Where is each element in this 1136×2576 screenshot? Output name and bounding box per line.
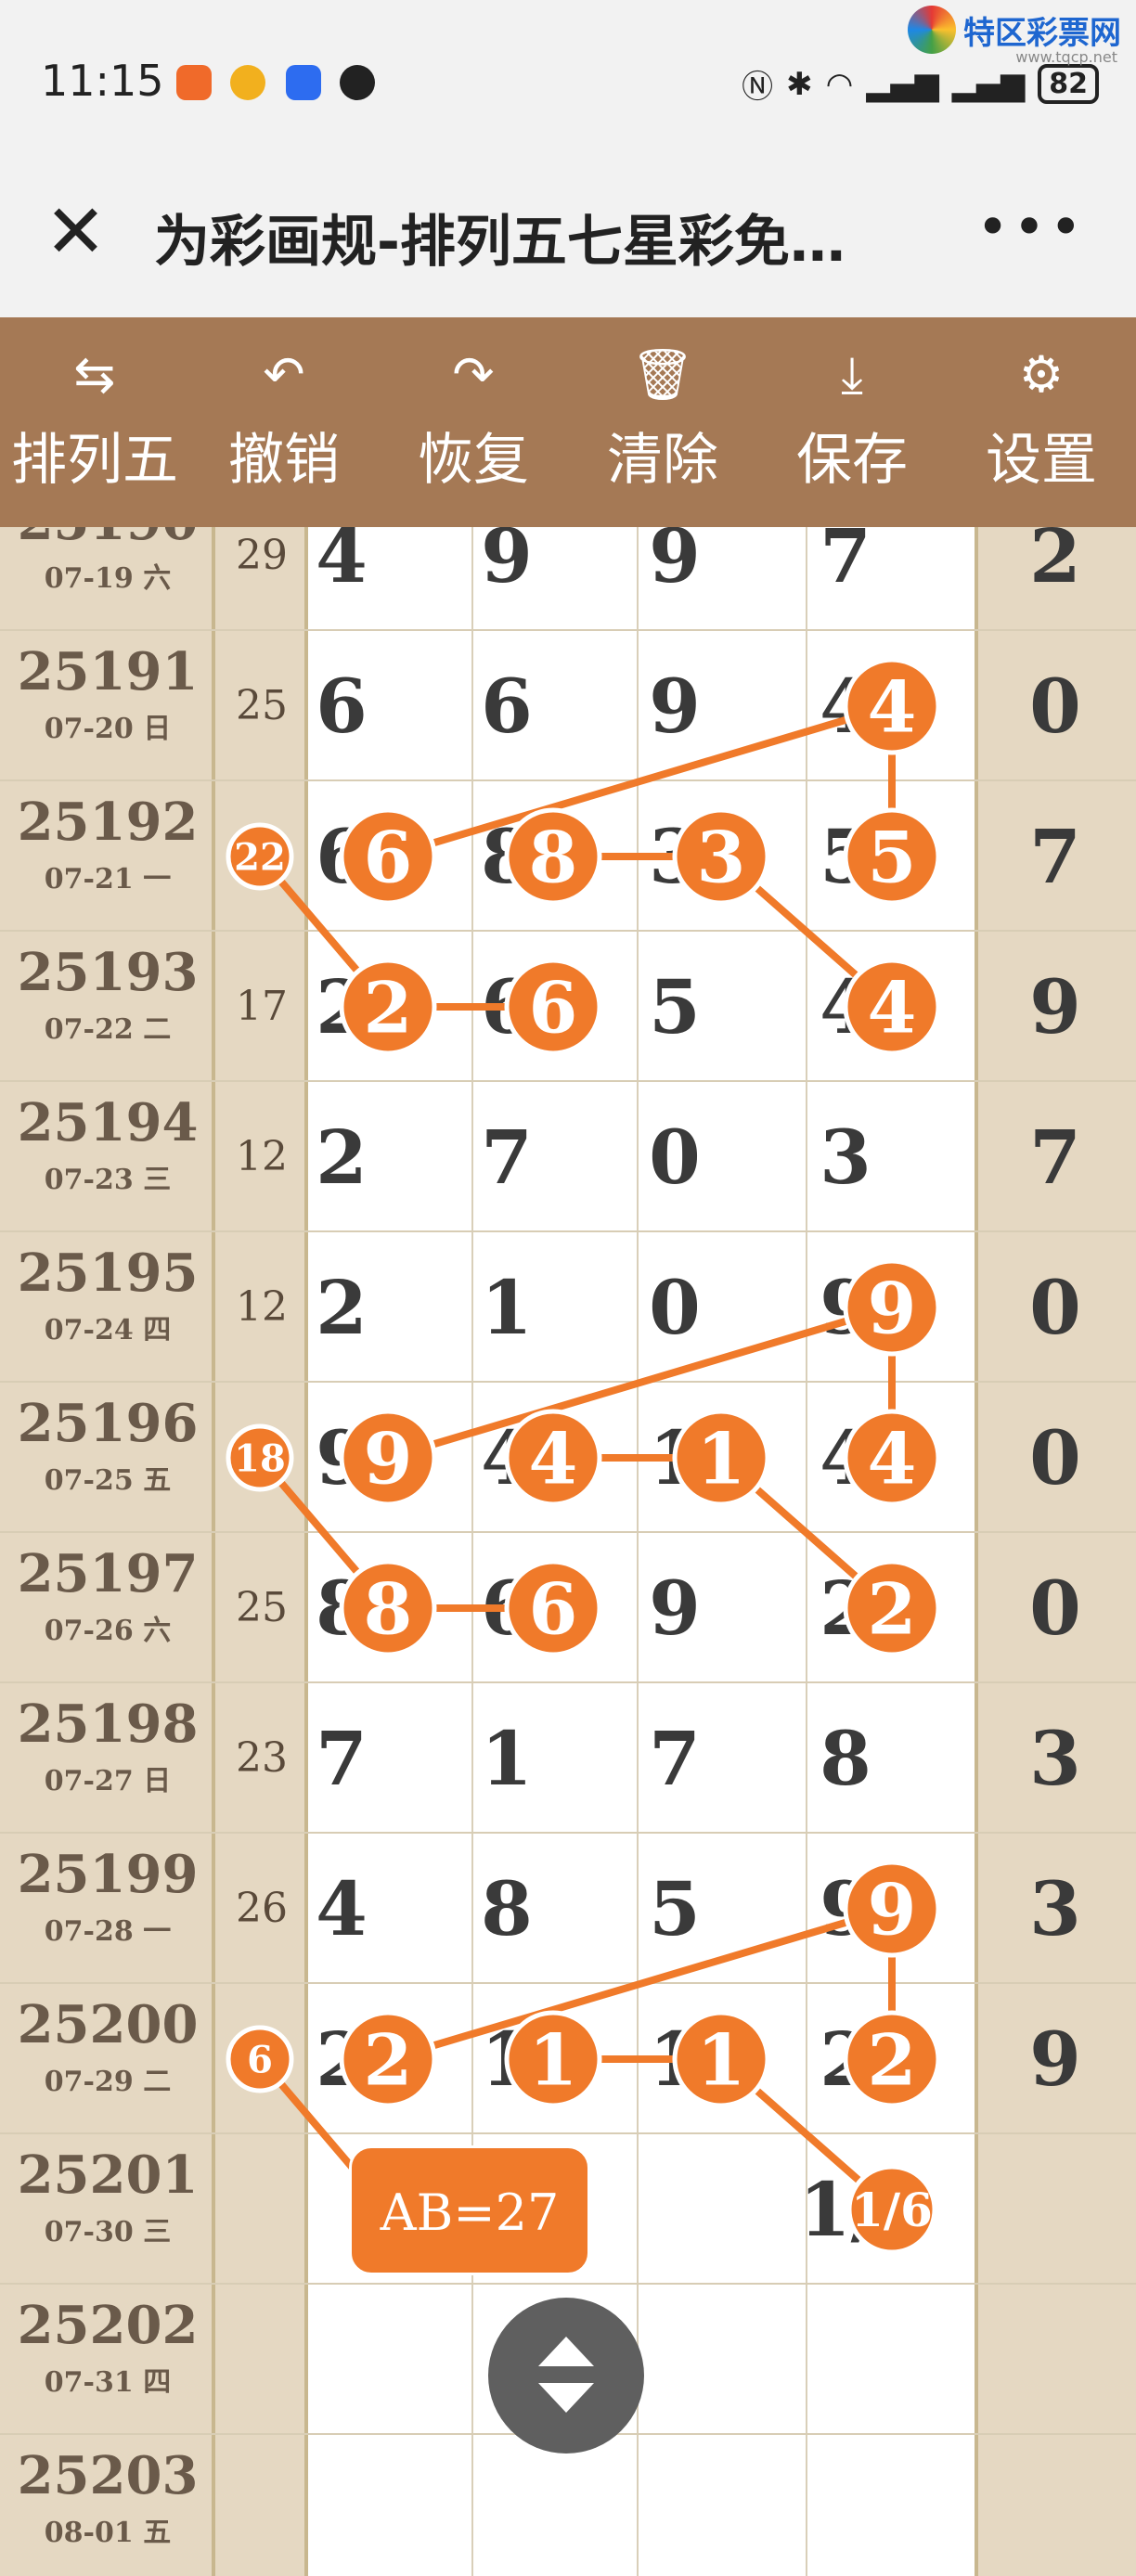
status-time: 11:15 — [41, 56, 164, 106]
circled-value: 4 — [529, 1417, 578, 1500]
toolbar-button-settings[interactable]: ⚙ 设置 — [947, 317, 1136, 527]
title-bar: ✕ 为彩画规-排列五七星彩免… ••• — [0, 158, 1136, 317]
toolbar-label: 恢复 — [418, 427, 529, 493]
marked-digit[interactable]: 5 — [843, 807, 941, 906]
arrow-up-icon — [538, 2337, 594, 2366]
circled-value: 8 — [364, 1567, 413, 1650]
toolbar-label: 清除 — [607, 427, 718, 493]
toolbar-button-clear[interactable]: 🗑 清除 — [568, 317, 757, 527]
circled-value: 6 — [247, 2038, 273, 2081]
marked-digit[interactable]: 1 — [672, 1409, 770, 1507]
status-right: Ⓝ ✱ ◠ ▂▄▆ ▂▄▆ 82 — [742, 61, 1099, 107]
marked-digit[interactable]: 2 — [843, 2010, 941, 2108]
scroll-toggle-button[interactable] — [488, 2298, 644, 2454]
marked-sum[interactable]: 18 — [226, 1423, 294, 1492]
circled-value: 2 — [364, 2018, 413, 2101]
marked-digit[interactable]: 1 — [672, 2010, 770, 2108]
eye-icon — [340, 65, 375, 100]
circled-value: 22 — [234, 835, 286, 879]
marked-digit[interactable]: 2 — [339, 2010, 437, 2108]
marked-digit[interactable]: 2 — [339, 958, 437, 1056]
watermark-logo-icon — [908, 6, 956, 54]
more-menu-icon[interactable]: ••• — [976, 195, 1086, 260]
marked-sum[interactable]: 6 — [226, 2025, 294, 2093]
connector-line — [386, 702, 894, 860]
wifi-icon: ◠ — [825, 65, 854, 103]
marked-digit[interactable]: 6 — [504, 1559, 602, 1657]
watermark-url: www.tqcp.net — [1015, 48, 1117, 66]
circled-value: 18 — [234, 1436, 286, 1480]
circled-value: 2 — [364, 966, 413, 1049]
close-icon[interactable]: ✕ — [45, 195, 107, 269]
marked-digit[interactable]: 1 — [504, 2010, 602, 2108]
circled-value: 6 — [529, 1567, 578, 1650]
trash-icon: 🗑 — [630, 344, 695, 404]
circled-value: 6 — [529, 966, 578, 1049]
marked-sum[interactable]: 22 — [226, 822, 294, 891]
ab-annotation[interactable]: AB=27 — [349, 2145, 590, 2275]
toolbar-label: 设置 — [986, 427, 1097, 493]
toolbar-button-undo[interactable]: ↶ 撤销 — [189, 317, 379, 527]
toolbar-label: 排列五 — [11, 427, 178, 493]
circled-value: 1 — [697, 2018, 746, 2101]
watermark: 特区彩票网 — [908, 6, 1121, 54]
circled-value: 9 — [868, 1267, 917, 1349]
circled-value: 6 — [364, 816, 413, 898]
connector-line — [386, 1304, 894, 1462]
app-notification-icon — [286, 65, 321, 100]
marked-digit[interactable]: 3 — [672, 807, 770, 906]
circled-value: 9 — [364, 1417, 413, 1500]
toolbar: ⇆ 排列五 ↶ 撤销 ↷ 恢复 🗑 清除 ⤓ 保存 ⚙ 设置 — [0, 317, 1136, 527]
marked-digit[interactable]: 4 — [843, 1409, 941, 1507]
toolbar-label: 撤销 — [228, 427, 340, 493]
marked-digit[interactable]: 4 — [843, 958, 941, 1056]
weibo-icon — [230, 65, 265, 100]
redo-icon: ↷ — [452, 344, 495, 404]
circled-value: 1/6 — [851, 2183, 933, 2237]
marked-digit[interactable]: 8 — [339, 1559, 437, 1657]
circled-value: 8 — [529, 816, 578, 898]
circled-value: 1 — [529, 2018, 578, 2101]
marked-digit[interactable]: 6 — [504, 958, 602, 1056]
toolbar-label: 保存 — [796, 427, 908, 493]
marked-digit[interactable]: 8 — [504, 807, 602, 906]
marked-digit[interactable]: 9 — [339, 1409, 437, 1507]
marked-digit[interactable]: 9 — [843, 1860, 941, 1958]
page-title: 为彩画规-排列五七星彩免… — [154, 210, 846, 275]
battery-indicator: 82 — [1038, 64, 1099, 104]
circled-value: 5 — [868, 816, 917, 898]
circled-value: 3 — [697, 816, 746, 898]
circled-value: 1 — [697, 1417, 746, 1500]
circled-value: 4 — [868, 665, 917, 748]
watermark-text: 特区彩票网 — [963, 14, 1121, 52]
circled-value: 4 — [868, 1417, 917, 1500]
circled-value: 4 — [868, 966, 917, 1049]
gear-icon: ⚙ — [1018, 344, 1065, 404]
nfc-icon: Ⓝ — [742, 69, 774, 106]
status-bar: 11:15 Ⓝ ✱ ◠ ▂▄▆ ▂▄▆ 82 特区彩票网 www.tqcp.ne… — [0, 0, 1136, 158]
marked-digit[interactable]: 4 — [504, 1409, 602, 1507]
marked-digit[interactable]: 9 — [843, 1258, 941, 1357]
toolbar-button-save[interactable]: ⤓ 保存 — [757, 317, 947, 527]
marked-digit[interactable]: 2 — [843, 1559, 941, 1657]
circled-value: 2 — [868, 1567, 917, 1650]
toolbar-button-redo[interactable]: ↷ 恢复 — [379, 317, 568, 527]
arrow-down-icon — [538, 2383, 594, 2413]
connector-line — [386, 1905, 894, 2063]
marked-digit[interactable]: 6 — [339, 807, 437, 906]
swap-icon: ⇆ — [73, 344, 116, 404]
circled-value: 9 — [868, 1868, 917, 1951]
prediction-marker[interactable]: 1/6 — [846, 2164, 937, 2255]
signal-icon: ▂▄▆ — [951, 65, 1026, 103]
marked-digit[interactable]: 4 — [843, 657, 941, 755]
bluetooth-icon: ✱ — [786, 65, 813, 103]
toolbar-button-switch-game[interactable]: ⇆ 排列五 — [0, 317, 189, 527]
undo-icon: ↶ — [263, 344, 305, 404]
signal-icon: ▂▄▆ — [866, 65, 939, 103]
circled-value: 2 — [868, 2018, 917, 2101]
download-icon: ⤓ — [841, 344, 863, 404]
app-notification-icon — [176, 65, 212, 100]
